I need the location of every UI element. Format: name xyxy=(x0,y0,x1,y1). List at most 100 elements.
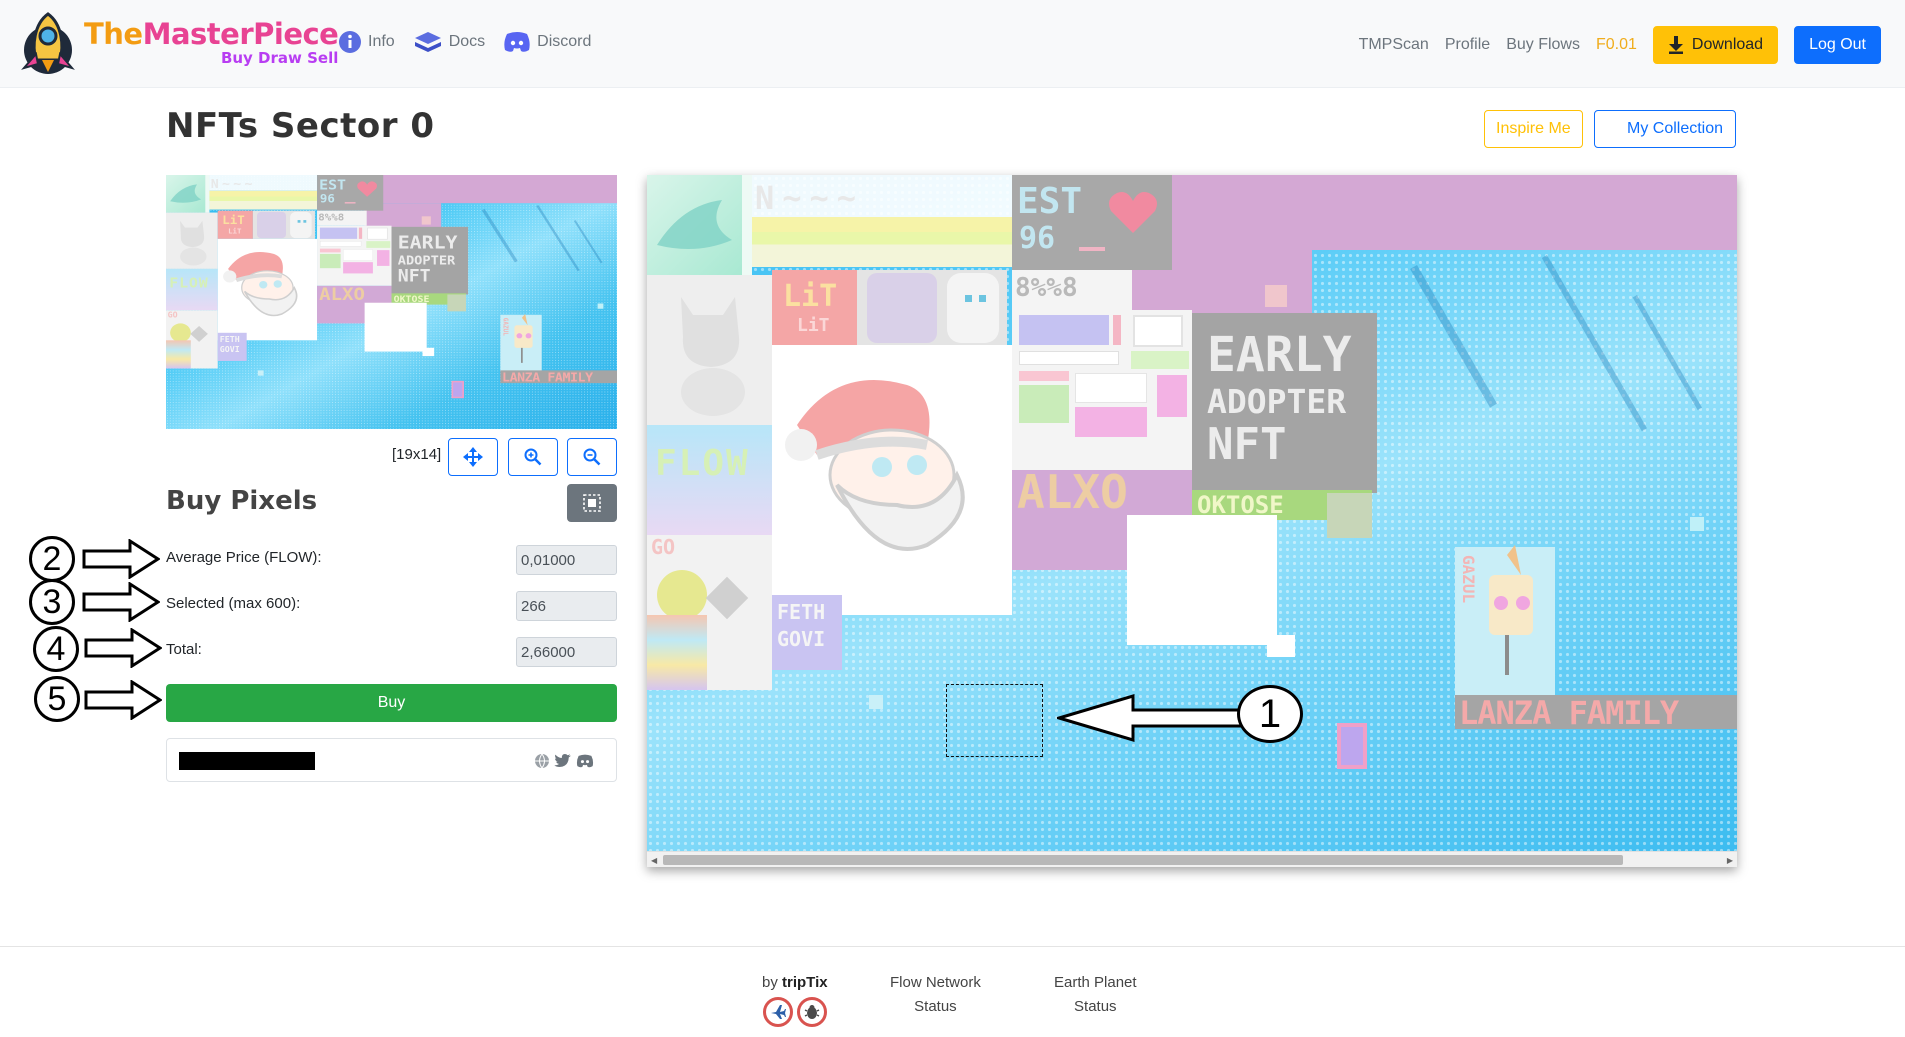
flow-status-line1: Flow Network xyxy=(890,974,981,991)
brand-logo-link[interactable]: TheMasterPiece Buy Draw Sell xyxy=(16,10,339,76)
download-label: Download xyxy=(1691,36,1764,53)
art-lanza-text: LANZA FAMILY xyxy=(1459,694,1679,732)
art-feth-text: FETH xyxy=(777,600,826,624)
rocket-logo-icon xyxy=(21,12,75,74)
art-est-text: EST xyxy=(1017,181,1083,222)
balance-link[interactable]: F0.01 xyxy=(1596,36,1637,54)
art-adopter-text: ADOPTER xyxy=(1207,382,1347,421)
owner-name-redacted xyxy=(179,752,315,770)
nav-docs-link[interactable]: Docs xyxy=(413,30,485,54)
sector-minimap[interactable]: N~~~ EST 96 LiT LiT 8%%8 FLOW EARLY ADOP… xyxy=(166,175,617,429)
minimap-art-copy: N~~~ EST 96 LiT LiT 8%%8 FLOW EARLY ADOP… xyxy=(166,175,617,429)
minimap-art-lit-small-text: LiT xyxy=(228,227,242,236)
logout-button[interactable]: Log Out xyxy=(1794,26,1881,64)
pixel-selection-rectangle[interactable] xyxy=(946,684,1043,757)
plane-icon[interactable] xyxy=(762,997,793,1027)
zoom-in-button[interactable] xyxy=(508,438,558,476)
zoom-out-button[interactable] xyxy=(567,438,617,476)
brand-tagline: Buy Draw Sell xyxy=(220,49,339,67)
art-nft-text: NFT xyxy=(1207,419,1287,470)
callout-2: 2 xyxy=(29,536,75,582)
art-alxo-text: ALXO xyxy=(1017,465,1128,519)
flow-network-status-link[interactable]: Flow Network Status xyxy=(890,971,981,1019)
nav-right: TMPScan Profile Buy Flows F0.01 Download… xyxy=(1359,26,1881,64)
callout-arrow-1 xyxy=(1057,693,1257,743)
canvas-art: N~~~ EST 96 LiT LiT 8%%8 FLOW EARLY ADOP… xyxy=(647,175,1737,851)
move-tool-button[interactable] xyxy=(448,438,498,476)
selected-label: Selected (max 600): xyxy=(166,595,301,612)
flow-status-line2: Status xyxy=(914,998,957,1015)
discord-icon xyxy=(504,32,530,52)
nav-tmpscan-link[interactable]: TMPScan xyxy=(1359,36,1429,54)
minimap-art-adopter-text: ADOPTER xyxy=(397,252,456,268)
total-label: Total: xyxy=(166,641,202,658)
minimap-art-early-text: EARLY xyxy=(397,232,458,254)
earth-status-line1: Earth Planet xyxy=(1054,974,1137,991)
callout-3: 3 xyxy=(29,579,75,625)
book-icon xyxy=(414,32,441,52)
callout-arrow-2 xyxy=(82,539,160,579)
zoom-out-icon xyxy=(583,448,601,466)
avg-price-label: Average Price (FLOW): xyxy=(166,549,322,566)
minimap-art-est-text: EST xyxy=(319,177,347,193)
art-est-year-text: 96 xyxy=(1019,221,1056,256)
footer-credits: by tripTix xyxy=(762,971,828,1027)
info-icon xyxy=(339,31,361,53)
callout-1: 1 xyxy=(1237,685,1303,743)
footer-by-label: by xyxy=(762,974,778,991)
nav-info-label: Info xyxy=(368,33,395,50)
minimap-art-flow-text: FLOW xyxy=(169,275,209,292)
selected-count-field: 266 xyxy=(516,591,617,621)
art-govi-text: GOVI xyxy=(777,627,826,651)
footer-author-link[interactable]: tripTix xyxy=(782,974,828,991)
discord-small-icon[interactable] xyxy=(576,754,594,768)
minimap-art-lanza-text: LANZA FAMILY xyxy=(502,369,593,385)
minimap-art-nft-text: NFT xyxy=(397,266,431,286)
nav-discord-link[interactable]: Discord xyxy=(503,31,591,53)
minimap-art-alxo-text: ALXO xyxy=(319,283,365,305)
page-title: NFTs Sector 0 xyxy=(166,106,435,146)
globe-icon[interactable] xyxy=(534,753,550,769)
scrollbar-thumb[interactable] xyxy=(663,855,1623,865)
select-area-icon xyxy=(583,494,601,512)
total-field: 2,66000 xyxy=(516,637,617,667)
top-navbar: TheMasterPiece Buy Draw Sell Info Docs D… xyxy=(0,0,1905,88)
callout-arrow-4 xyxy=(84,628,162,668)
minimap-art-govi-text: GOVI xyxy=(219,344,240,354)
art-lit-text: LiT xyxy=(783,279,838,314)
minimap-art-lit-text: LiT xyxy=(222,214,245,228)
pixel-canvas-frame: N~~~ EST 96 LiT LiT 8%%8 FLOW EARLY ADOP… xyxy=(647,175,1737,867)
nav-left: Info Docs Discord xyxy=(338,30,591,54)
my-collection-button[interactable]: My Collection xyxy=(1594,110,1737,148)
minimap-art-feth-text: FETH xyxy=(219,334,240,344)
nav-buy-flows-link[interactable]: Buy Flows xyxy=(1506,36,1580,54)
bug-icon[interactable] xyxy=(796,997,827,1027)
nav-docs-label: Docs xyxy=(448,33,486,50)
callout-arrow-3 xyxy=(82,582,160,622)
avg-price-field: 0,01000 xyxy=(516,545,617,575)
art-lit-small-text: LiT xyxy=(797,315,830,336)
twitter-icon[interactable] xyxy=(554,753,572,769)
nav-info-link[interactable]: Info xyxy=(338,30,395,54)
pixel-canvas[interactable]: N~~~ EST 96 LiT LiT 8%%8 FLOW EARLY ADOP… xyxy=(647,175,1737,851)
nav-discord-label: Discord xyxy=(537,33,592,50)
download-icon xyxy=(1668,36,1683,54)
minimap-art: N~~~ EST 96 LiT LiT 8%%8 FLOW EARLY ADOP… xyxy=(166,175,617,429)
art-flow-text: FLOW xyxy=(655,443,750,484)
brand-title: TheMasterPiece xyxy=(84,17,339,51)
callout-arrow-5 xyxy=(84,680,162,720)
buy-pixels-title: Buy Pixels xyxy=(166,486,318,516)
minimap-art-est-year-text: 96 xyxy=(319,192,335,206)
zoom-in-icon xyxy=(524,448,542,466)
canvas-horizontal-scrollbar[interactable]: ◀ ▶ xyxy=(647,851,1737,867)
footer: by tripTix Flow Network Status Earth Pla… xyxy=(0,946,1905,1037)
art-early-text: EARLY xyxy=(1207,327,1352,383)
brand-title-part2: MasterPiece xyxy=(142,17,339,51)
inspire-me-button[interactable]: Inspire Me xyxy=(1484,110,1583,148)
nav-profile-link[interactable]: Profile xyxy=(1445,36,1490,54)
download-button[interactable]: Download xyxy=(1652,26,1779,64)
brand-title-part1: The xyxy=(84,17,143,51)
select-area-button[interactable] xyxy=(567,484,617,522)
earth-planet-status-link[interactable]: Earth Planet Status xyxy=(1054,971,1137,1019)
buy-button[interactable]: Buy xyxy=(166,684,617,722)
